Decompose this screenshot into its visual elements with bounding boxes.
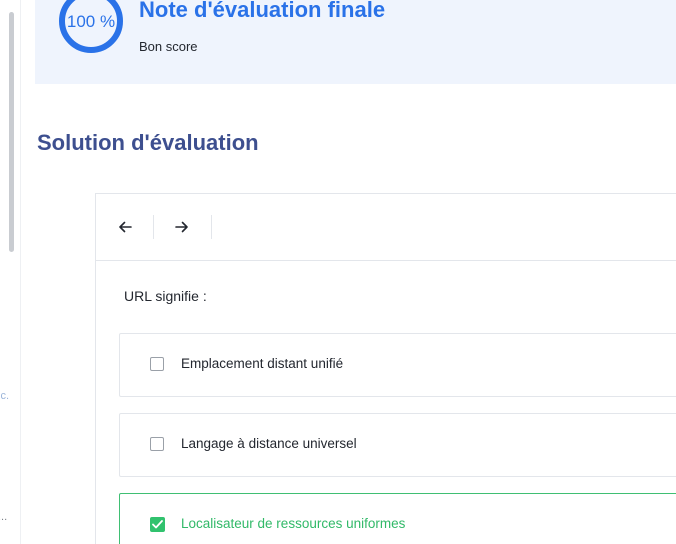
section-title: Solution d'évaluation <box>37 130 259 155</box>
sidebar: ic. ... <box>0 0 20 544</box>
answer-checkbox[interactable] <box>150 357 164 371</box>
page: ic. ... 100 % Note d'évaluation finale B… <box>0 0 676 544</box>
sidebar-cropped-text: ... <box>0 511 8 523</box>
previous-question-button[interactable] <box>112 214 138 240</box>
score-subtitle: Bon score <box>139 39 198 54</box>
toolbar-divider <box>153 215 154 239</box>
checkmark-icon <box>152 520 163 529</box>
answer-label: Emplacement distant unifié <box>181 356 344 371</box>
toolbar-divider <box>211 215 212 239</box>
answer-label: Langage à distance universel <box>181 436 357 451</box>
solution-panel: URL signifie : Emplacement distant unifi… <box>95 193 676 544</box>
answer-label: Localisateur de ressources uniformes <box>181 516 406 531</box>
sidebar-scrollbar[interactable] <box>9 12 14 252</box>
next-question-button[interactable] <box>169 214 195 240</box>
arrow-left-icon <box>119 221 132 233</box>
question-toolbar <box>96 194 676 261</box>
answer-option[interactable]: Emplacement distant unifié <box>119 333 676 397</box>
score-title: Note d'évaluation finale <box>139 0 386 22</box>
answer-option-correct[interactable]: Localisateur de ressources uniformes <box>119 493 676 544</box>
question-text: URL signifie : <box>124 288 207 304</box>
answer-checkbox-checked[interactable] <box>150 517 165 532</box>
arrow-right-icon <box>175 221 188 233</box>
sidebar-cropped-link[interactable]: ic. <box>0 390 9 402</box>
score-value: 100 % <box>66 12 116 31</box>
sidebar-divider <box>20 0 21 544</box>
answer-option[interactable]: Langage à distance universel <box>119 413 676 477</box>
answer-checkbox[interactable] <box>150 437 164 451</box>
